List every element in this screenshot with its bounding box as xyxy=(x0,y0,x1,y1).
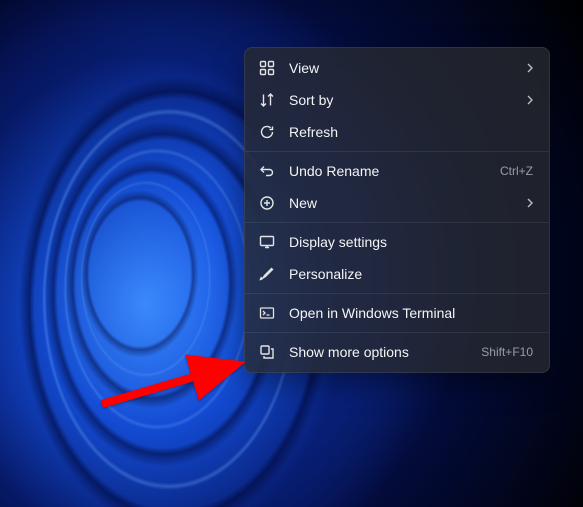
terminal-icon xyxy=(259,305,275,321)
personalize-brush-icon xyxy=(259,266,275,282)
menu-label: Refresh xyxy=(289,124,535,140)
menu-item-display-settings[interactable]: Display settings xyxy=(249,226,545,258)
menu-item-windows-terminal[interactable]: Open in Windows Terminal xyxy=(249,297,545,329)
menu-label: View xyxy=(289,60,511,76)
menu-label: Open in Windows Terminal xyxy=(289,305,535,321)
menu-separator xyxy=(245,332,549,333)
menu-item-show-more-options[interactable]: Show more options Shift+F10 xyxy=(249,336,545,368)
menu-separator xyxy=(245,151,549,152)
menu-separator xyxy=(245,293,549,294)
chevron-right-icon xyxy=(525,95,535,105)
menu-item-new[interactable]: New xyxy=(249,187,545,219)
menu-shortcut: Ctrl+Z xyxy=(500,164,533,178)
menu-label: Display settings xyxy=(289,234,535,250)
more-options-icon xyxy=(259,344,275,360)
menu-label: New xyxy=(289,195,511,211)
display-icon xyxy=(259,234,275,250)
menu-separator xyxy=(245,222,549,223)
menu-shortcut: Shift+F10 xyxy=(481,345,533,359)
chevron-right-icon xyxy=(525,198,535,208)
menu-item-undo[interactable]: Undo Rename Ctrl+Z xyxy=(249,155,545,187)
menu-label: Undo Rename xyxy=(289,163,486,179)
menu-label: Sort by xyxy=(289,92,511,108)
menu-label: Personalize xyxy=(289,266,535,282)
menu-item-refresh[interactable]: Refresh xyxy=(249,116,545,148)
menu-item-sort-by[interactable]: Sort by xyxy=(249,84,545,116)
new-plus-icon xyxy=(259,195,275,211)
menu-item-view[interactable]: View xyxy=(249,52,545,84)
chevron-right-icon xyxy=(525,63,535,73)
menu-item-personalize[interactable]: Personalize xyxy=(249,258,545,290)
sort-icon xyxy=(259,92,275,108)
undo-icon xyxy=(259,163,275,179)
refresh-icon xyxy=(259,124,275,140)
view-grid-icon xyxy=(259,60,275,76)
desktop-context-menu: View Sort by Refresh xyxy=(244,47,550,373)
menu-label: Show more options xyxy=(289,344,467,360)
